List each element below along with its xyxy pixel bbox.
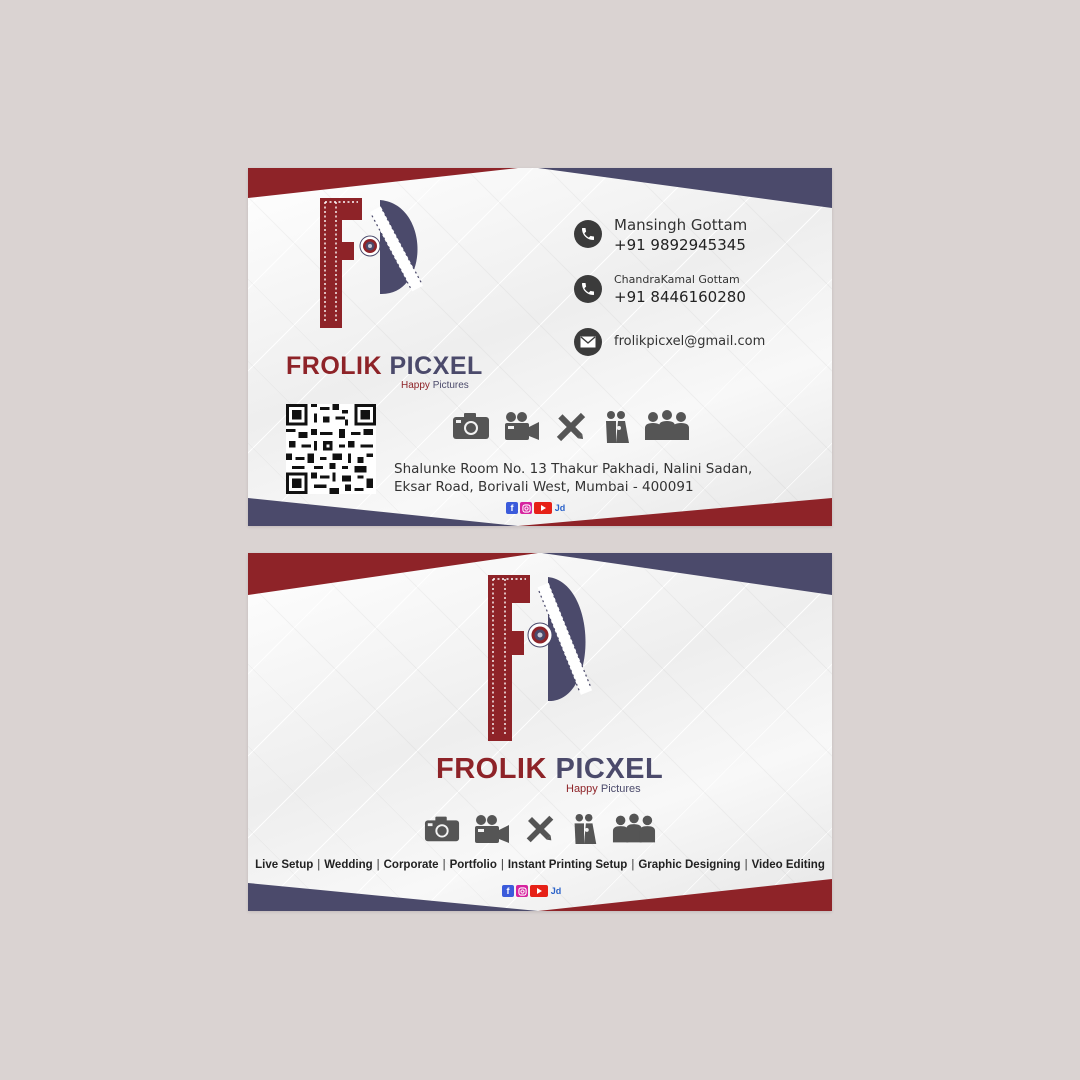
service-icons [452, 410, 704, 444]
mail-icon [574, 328, 602, 356]
address-line2: Eksar Road, Borivali West, Mumbai - 4000… [394, 479, 694, 495]
separator: | [500, 859, 504, 871]
service-item: Corporate [383, 859, 439, 871]
brand-tagline: Happy Pictures [401, 380, 469, 391]
address: Shalunke Room No. 13 Thakur Pakhadi, Nal… [394, 460, 752, 496]
video-camera-icon [505, 412, 539, 440]
separator: | [376, 859, 380, 871]
instagram-icon[interactable] [520, 502, 532, 514]
corporate-group-icon [612, 813, 656, 843]
camera-icon [424, 816, 460, 842]
tagline-part2: Pictures [600, 783, 641, 795]
video-camera-icon [475, 815, 509, 843]
contact-name: Mansingh Gottam [614, 216, 748, 234]
social-icons: f Jd [502, 885, 564, 897]
design-tools-icon [556, 412, 586, 442]
services-list: Live Setup | Wedding | Corporate | Portfolio | I… [248, 859, 832, 871]
brand-name-part1: FROLIK [286, 352, 383, 380]
social-icons: f Jd [506, 502, 568, 514]
brand-tagline: Happy Pictures [566, 783, 641, 795]
separator: | [631, 859, 635, 871]
wedding-couple-icon [574, 813, 597, 845]
fp-logo [320, 198, 423, 328]
tagline-part1: Happy [566, 783, 598, 795]
separator: | [317, 859, 321, 871]
contact-phone[interactable]: +91 9892945345 [614, 236, 746, 254]
justdial-icon[interactable]: Jd [554, 502, 566, 514]
tagline-part1: Happy [401, 380, 430, 391]
email-address[interactable]: frolikpicxel@gmail.com [614, 334, 765, 349]
camera-icon [453, 413, 489, 439]
separator: | [442, 859, 446, 871]
phone-icon [574, 220, 602, 248]
design-tools-icon [526, 815, 554, 843]
contact-name: ChandraKamal Gottam [614, 273, 740, 286]
fp-logo [488, 575, 593, 741]
address-line1: Shalunke Room No. 13 Thakur Pakhadi, Nal… [394, 461, 753, 477]
separator: | [744, 859, 748, 871]
justdial-icon[interactable]: Jd [550, 885, 562, 897]
service-item: Graphic Designing [638, 859, 741, 871]
brand-name-part1: FROLIK [436, 753, 547, 785]
service-item: Wedding [324, 859, 373, 871]
facebook-icon[interactable]: f [506, 502, 518, 514]
wedding-couple-icon [606, 411, 629, 443]
service-item: Instant Printing Setup [507, 859, 628, 871]
service-icons [424, 813, 670, 845]
service-item: Video Editing [751, 859, 825, 871]
instagram-icon[interactable] [516, 885, 528, 897]
qr-code[interactable] [286, 404, 376, 494]
business-card-back: FROLIK PICXEL Happy Pictures Live Setup |… [248, 553, 832, 911]
phone-icon [574, 275, 602, 303]
youtube-icon[interactable] [534, 502, 552, 514]
contact-phone[interactable]: +91 8446160280 [614, 288, 746, 306]
facebook-icon[interactable]: f [502, 885, 514, 897]
tagline-part2: Pictures [432, 380, 469, 391]
youtube-icon[interactable] [530, 885, 548, 897]
service-item: Live Setup [255, 859, 314, 871]
business-card-front: FROLIK PICXEL Happy Pictures Mansingh Go… [248, 168, 832, 526]
brand-name: FROLIK PICXEL [286, 352, 483, 381]
corporate-group-icon [645, 410, 689, 440]
brand-name: FROLIK PICXEL [436, 753, 663, 786]
brand-name-part2: PICXEL [555, 753, 664, 785]
brand-name-part2: PICXEL [389, 352, 483, 380]
service-item: Portfolio [449, 859, 497, 871]
